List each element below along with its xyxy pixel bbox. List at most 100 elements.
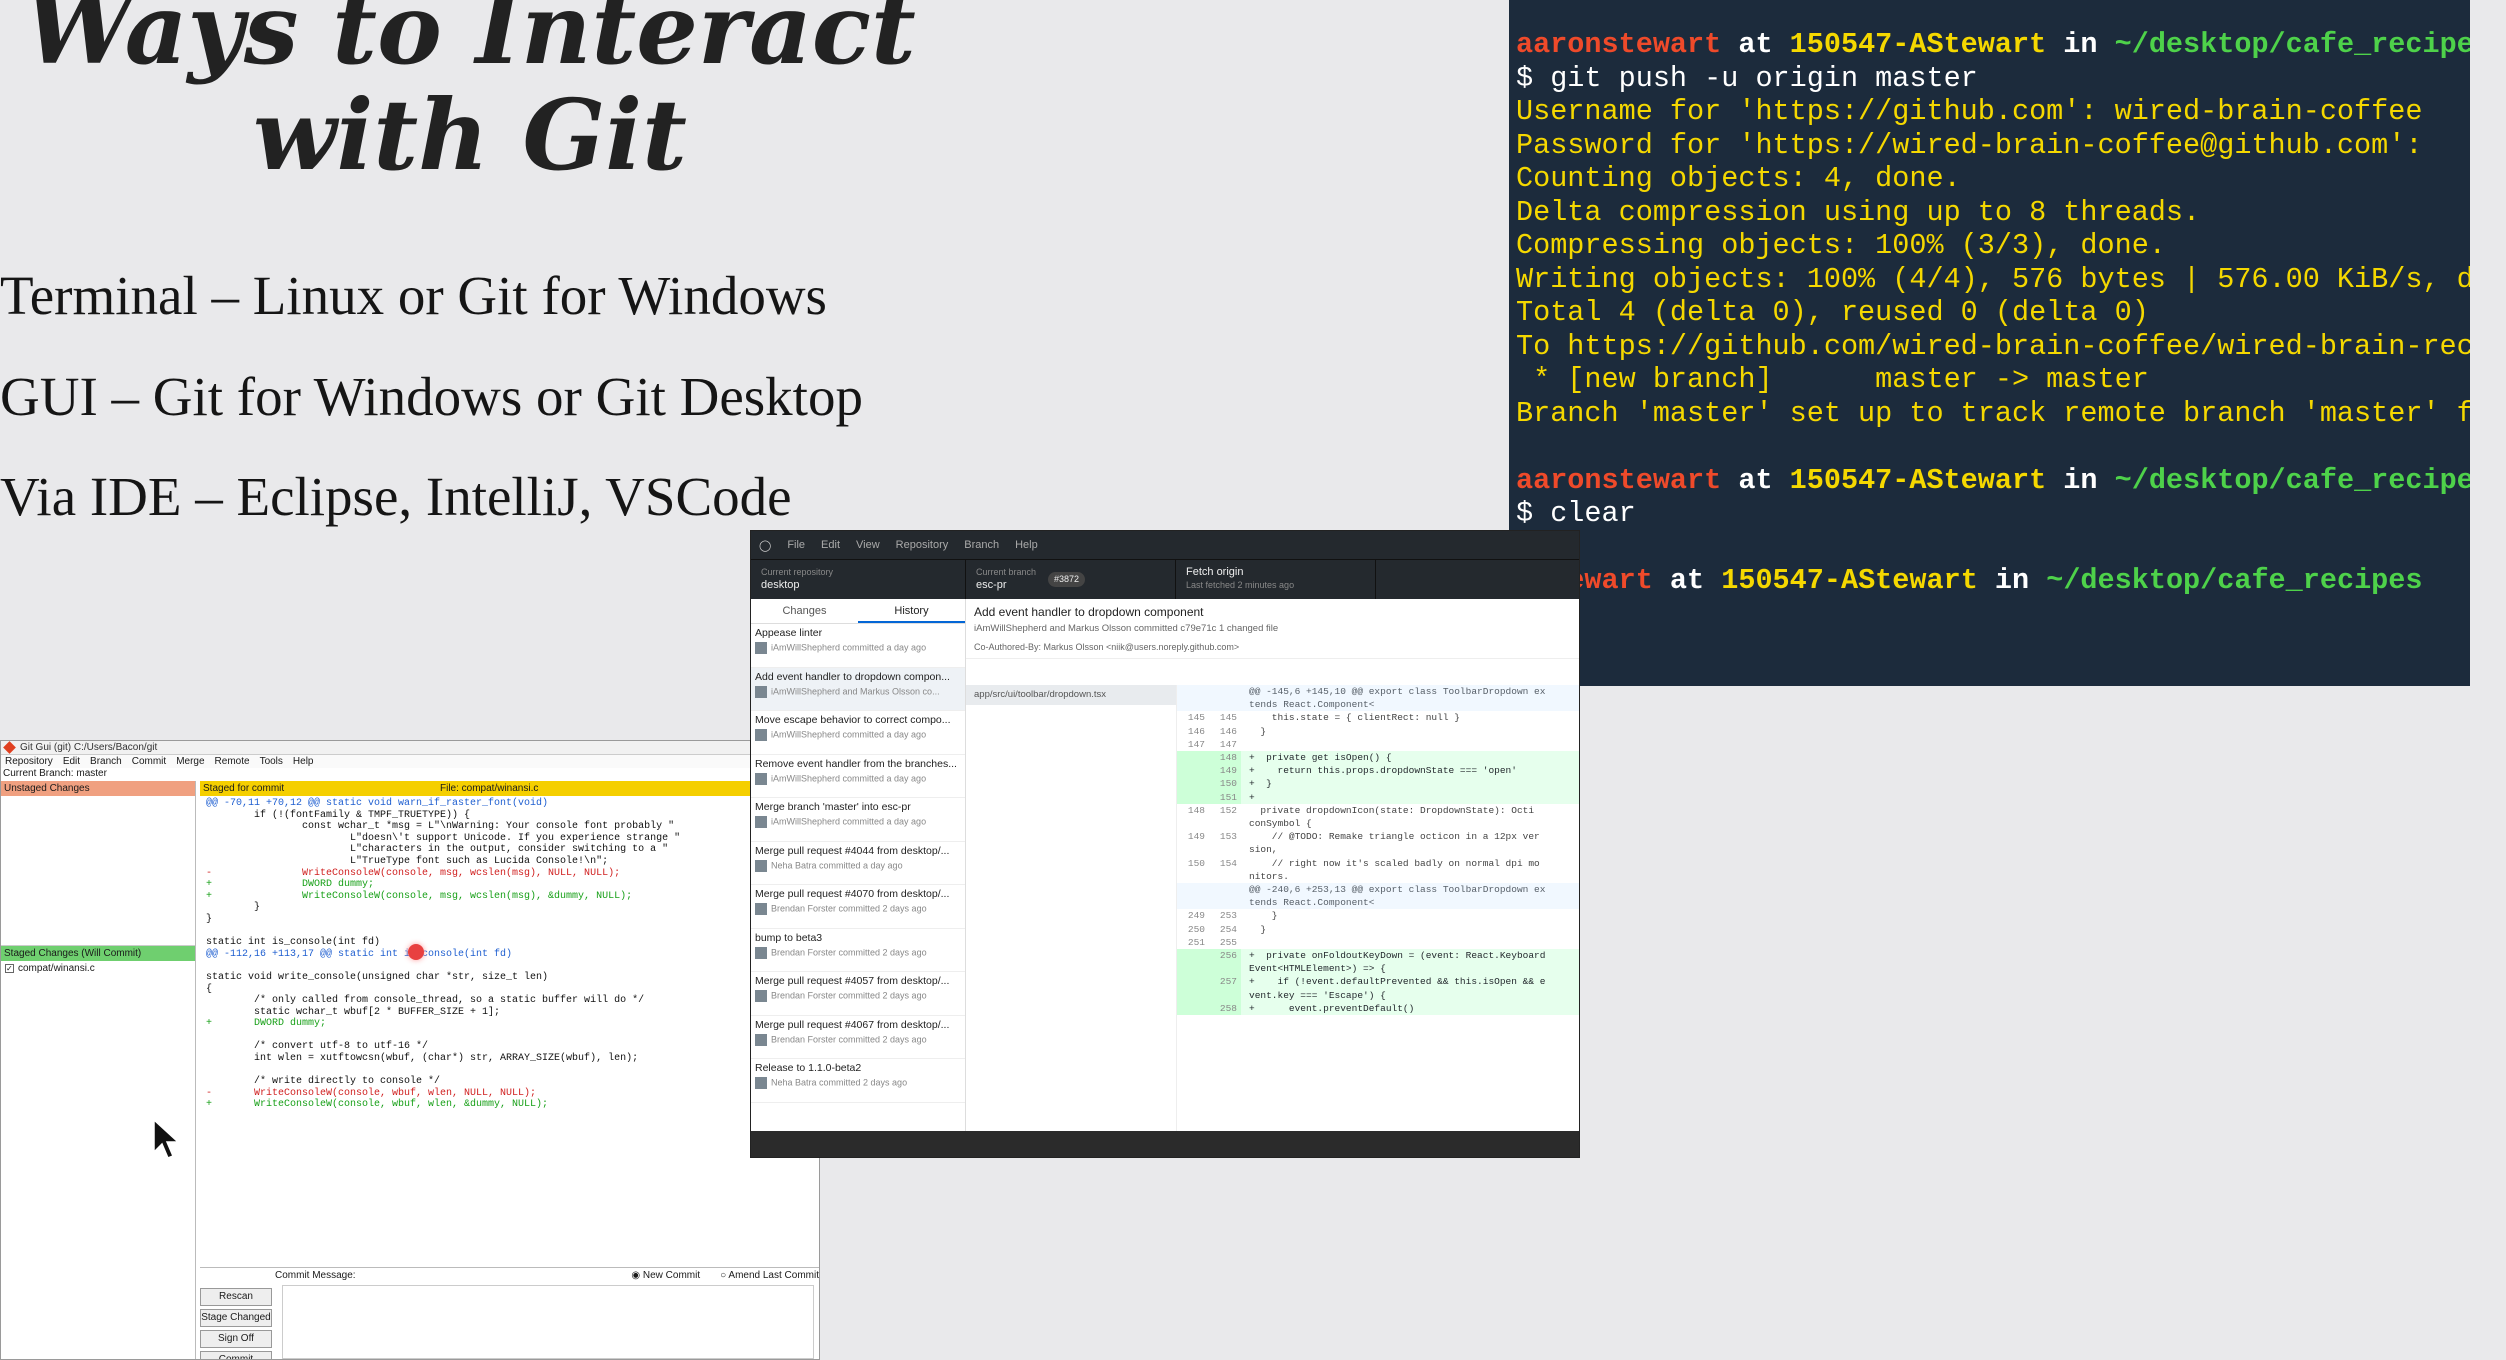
- commit-item-author: Brendan Forster committed 2 days ago: [755, 947, 961, 959]
- github-desktop-menu-item[interactable]: Branch: [964, 539, 999, 551]
- diff-line: }: [206, 913, 213, 925]
- diff-code: tends React.Component<: [1249, 699, 1375, 711]
- tab-changes[interactable]: Changes: [751, 599, 858, 623]
- diff-code: + private get isOpen() {: [1249, 752, 1392, 764]
- git-gui-window[interactable]: Git Gui (git) C:/Users/Bacon/git Reposit…: [0, 740, 820, 1360]
- diff-row: 150 + }: [1177, 777, 1579, 791]
- terminal-window[interactable]: aaronstewart at 150547-AStewart in ~/des…: [1509, 0, 2470, 686]
- git-gui-menu-item[interactable]: Commit: [132, 756, 166, 767]
- repository-selector[interactable]: Current repository desktop: [751, 560, 966, 599]
- amend-commit-radio[interactable]: ○ Amend Last Commit: [720, 1270, 819, 1281]
- diff-line: /* write directly to console */: [206, 1076, 441, 1088]
- new-line-number: [1209, 685, 1241, 698]
- github-desktop-menu-item[interactable]: Help: [1015, 539, 1038, 551]
- diff-row: 146 146 }: [1177, 725, 1579, 738]
- old-line-number: [1177, 870, 1209, 883]
- diff-code: + private onFoldoutKeyDown = (event: Rea…: [1249, 950, 1546, 962]
- terminal-output-line: Delta compression using up to 8 threads.: [1516, 195, 2201, 229]
- new-line-number: 153: [1219, 831, 1237, 843]
- diff-row: 258 + event.preventDefault(): [1177, 1001, 1579, 1016]
- diff-line: + DWORD dummy;: [206, 879, 375, 891]
- staged-file-name: compat/winansi.c: [18, 963, 95, 974]
- slide-title-line2: with Git: [253, 78, 687, 192]
- staged-changes-header: Staged Changes (Will Commit): [1, 946, 195, 961]
- bullet-terminal: Terminal – Linux or Git for Windows: [0, 265, 827, 326]
- branch-selector[interactable]: Current branch esc-pr #3872: [966, 560, 1176, 599]
- diff-row: 249 253 }: [1177, 909, 1579, 922]
- tab-history[interactable]: History: [858, 599, 965, 623]
- commit-button[interactable]: Commit: [200, 1351, 272, 1359]
- diff-line: @@ -70,11 +70,12 @@ static void warn_if_…: [206, 798, 549, 809]
- git-gui-menu-item[interactable]: Merge: [176, 756, 204, 767]
- commit-list-item[interactable]: Merge pull request #4067 from desktop/..…: [751, 1016, 965, 1059]
- new-line-number: [1209, 896, 1241, 909]
- github-desktop-menu-item[interactable]: Repository: [896, 539, 949, 551]
- diff-row: vent.key === 'Escape') {: [1177, 988, 1579, 1002]
- diff-line: static int is_console(int fd): [206, 937, 381, 949]
- old-line-number: 147: [1187, 738, 1205, 750]
- unstaged-list[interactable]: [1, 796, 195, 946]
- old-line-number: [1177, 751, 1209, 765]
- changed-file-item[interactable]: app/src/ui/toolbar/dropdown.tsx: [966, 685, 1176, 705]
- old-line-number: [1177, 685, 1209, 698]
- diff-code: + return this.props.dropdownState === 'o…: [1249, 765, 1517, 777]
- commit-list-item[interactable]: Merge pull request #4044 from desktop/..…: [751, 842, 965, 885]
- commit-list-item[interactable]: Merge pull request #4070 from desktop/..…: [751, 885, 965, 929]
- git-gui-menu-item[interactable]: Edit: [63, 756, 80, 767]
- git-gui-menu-item[interactable]: Tools: [260, 756, 283, 767]
- git-gui-menu-item[interactable]: Branch: [90, 756, 122, 767]
- new-line-number: [1209, 870, 1241, 883]
- new-line-number: 255: [1219, 936, 1237, 948]
- diff-row: @@ -240,6 +253,13 @@ export class Toolba…: [1177, 883, 1579, 897]
- diff-code: tends React.Component<: [1249, 897, 1375, 909]
- commit-list-item[interactable]: Move escape behavior to correct compo...…: [751, 711, 965, 755]
- github-desktop-toolbar: Current repository desktop Current branch…: [751, 559, 1579, 599]
- commit-list-item[interactable]: bump to beta3 Brendan Forster committed 2…: [751, 929, 965, 972]
- terminal-output-line: $ git push -u origin master: [1516, 61, 1978, 95]
- sign-off-button[interactable]: Sign Off: [200, 1330, 272, 1348]
- github-desktop-menu-item[interactable]: File: [787, 539, 805, 551]
- old-line-number: [1177, 962, 1209, 976]
- terminal-clear-command: $ clear: [1516, 497, 1636, 530]
- slide-title: Ways to Interact with Git: [0, 0, 940, 188]
- commit-list-item[interactable]: Remove event handler from the branches..…: [751, 755, 965, 798]
- old-line-number: [1177, 764, 1209, 778]
- commit-diff-view[interactable]: @@ -145,6 +145,10 @@ export class Toolba…: [1176, 685, 1579, 1131]
- new-line-number: 150: [1209, 777, 1241, 791]
- commit-item-title: Merge pull request #4067 from desktop/..…: [755, 1018, 950, 1031]
- github-desktop-menu-item[interactable]: View: [856, 539, 880, 551]
- diff-code: // @TODO: Remake triangle octicon in a 1…: [1249, 831, 1540, 843]
- github-desktop-menu-item[interactable]: Edit: [821, 539, 840, 551]
- new-line-number: 149: [1209, 764, 1241, 778]
- new-line-number: 145: [1219, 712, 1237, 724]
- commit-list-item[interactable]: Add event handler to dropdown compon... i…: [751, 667, 965, 711]
- diff-row: 149 + return this.props.dropdownState ===…: [1177, 764, 1579, 778]
- commit-list-item[interactable]: Release to 1.1.0-beta2 Neha Batra committ…: [751, 1059, 965, 1103]
- github-logo-icon: ◯: [759, 539, 772, 552]
- staged-file-row[interactable]: ✓ compat/winansi.c: [1, 961, 195, 976]
- commit-message-input[interactable]: [282, 1285, 814, 1359]
- stage-changed-button[interactable]: Stage Changed: [200, 1309, 272, 1327]
- diff-line: int wlen = xutftowcsn(wbuf, (char*) str,…: [206, 1053, 639, 1065]
- commit-list-item[interactable]: Merge branch 'master' into esc-pr iAmWill…: [751, 798, 965, 842]
- new-line-number: 152: [1219, 804, 1237, 816]
- pr-badge[interactable]: #3872: [1048, 572, 1086, 587]
- git-gui-menu-item[interactable]: Remote: [215, 756, 250, 767]
- github-desktop-window[interactable]: ◯ File Edit View Repository Branch Help Curren…: [750, 530, 1580, 1158]
- old-line-number: [1177, 1001, 1209, 1016]
- git-gui-menu-item[interactable]: Help: [293, 756, 314, 767]
- commit-item-title: bump to beta3: [755, 931, 823, 944]
- rescan-button[interactable]: Rescan: [200, 1288, 272, 1306]
- diff-line: - WriteConsoleW(console, wbuf, wlen, NUL…: [206, 1087, 537, 1099]
- diff-view[interactable]: @@ -70,11 +70,12 @@ static void warn_if_…: [200, 796, 819, 1113]
- checkbox-icon[interactable]: ✓: [5, 964, 14, 973]
- old-line-number: 148: [1187, 804, 1205, 816]
- commit-item-author: iAmWillShepherd and Markus Olsson co...: [755, 686, 961, 698]
- fetch-origin-button[interactable]: Fetch origin Last fetched 2 minutes ago: [1176, 560, 1376, 599]
- git-gui-menu-item[interactable]: Repository: [5, 756, 53, 767]
- commit-list-item[interactable]: Merge pull request #4057 from desktop/..…: [751, 972, 965, 1016]
- commit-list-item[interactable]: Appease linter iAmWillShepherd committed …: [751, 624, 965, 668]
- new-commit-radio[interactable]: ◉ New Commit: [631, 1270, 700, 1281]
- new-line-number: [1209, 817, 1241, 830]
- old-line-number: [1177, 843, 1209, 856]
